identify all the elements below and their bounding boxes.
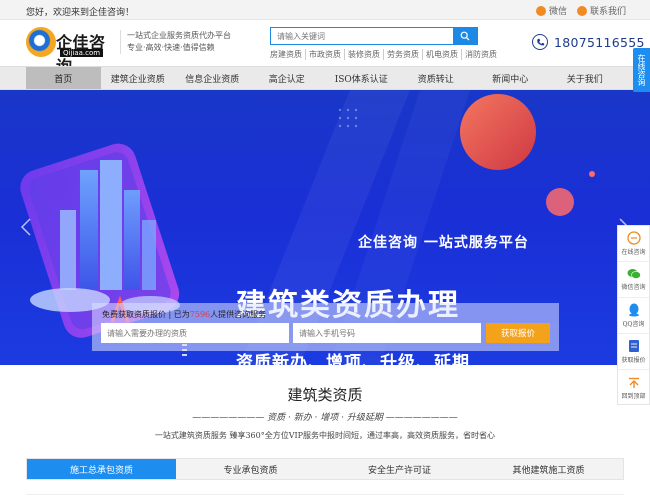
nav-item-iso[interactable]: ISO体系认证 (324, 67, 399, 89)
banner-prev-arrow-icon[interactable] (20, 218, 32, 236)
nav-item-construction[interactable]: 建筑企业资质 (101, 67, 176, 89)
hotword-link[interactable]: 机电资质 (423, 49, 462, 60)
contact-icon (576, 5, 587, 16)
qq-icon (628, 303, 639, 317)
logo-mark-icon (26, 27, 56, 57)
divider (26, 494, 624, 495)
hotword-link[interactable]: 劳务资质 (384, 49, 423, 60)
tab-other-construction[interactable]: 其他建筑施工资质 (474, 459, 623, 479)
search-button[interactable] (453, 28, 477, 44)
side-online-consult[interactable]: 在线咨询 (618, 226, 649, 262)
hotword-link[interactable]: 装修资质 (345, 49, 384, 60)
wechat-icon (535, 5, 546, 16)
online-consult-tab[interactable]: 在线咨询 (633, 48, 650, 92)
nav-item-news[interactable]: 新闻中心 (473, 67, 548, 89)
phone-contact[interactable]: 18075116555 (532, 34, 645, 50)
side-toolbar: 在线咨询 微信咨询 QQ咨询 获取报价 回到顶部 (617, 225, 650, 405)
side-back-to-top[interactable]: 回到顶部 (618, 370, 649, 406)
side-get-quote[interactable]: 获取报价 (618, 334, 649, 370)
nav-item-high-tech[interactable]: 高企认定 (250, 67, 325, 89)
section-title: 建筑类资质 (287, 386, 363, 404)
logo[interactable]: 企佳咨询 Qijiaa.com (26, 27, 116, 76)
section-description: 一站式建筑资质服务 臻享360°全方位VIP服务中报时间短，通过率高，高效资质服… (154, 431, 496, 440)
served-count: 7596 (189, 310, 211, 319)
side-wechat-consult[interactable]: 微信咨询 (618, 262, 649, 298)
qualification-input[interactable] (101, 323, 289, 343)
hot-keywords: 房建资质 市政资质 装修资质 劳务资质 机电资质 消防资质 (270, 49, 500, 60)
slogan: 一站式企业服务资质代办平台 专业·高效·快速·值得信赖 (120, 30, 231, 54)
slogan-line-1: 一站式企业服务资质代办平台 (127, 31, 231, 40)
welcome-text: 您好，欢迎来到企佳咨询！ (26, 8, 135, 18)
phone-number: 18075116555 (554, 34, 645, 50)
quote-message: 免费获取资质报价 | 已为7596人提供咨询服务 (102, 310, 267, 319)
slogan-line-2: 专业·高效·快速·值得信赖 (127, 43, 215, 52)
side-qq-consult[interactable]: QQ咨询 (618, 298, 649, 334)
headset-icon (626, 231, 641, 245)
quote-form: 免费获取资质报价 | 已为7596人提供咨询服务 获取报价 (92, 303, 559, 351)
get-quote-button[interactable]: 获取报价 (486, 323, 550, 343)
top-bar: 您好，欢迎来到企佳咨询！ 微信 联系我们 (0, 0, 650, 20)
tab-general-contracting[interactable]: 施工总承包资质 (27, 459, 176, 479)
phone-icon (532, 34, 548, 50)
top-links: 微信 联系我们 (535, 4, 626, 17)
phone-input[interactable] (293, 323, 481, 343)
document-icon (628, 340, 639, 352)
wechat-link[interactable]: 微信 (535, 4, 567, 17)
header: 企佳咨询 Qijiaa.com 一站式企业服务资质代办平台 专业·高效·快速·值… (0, 20, 650, 76)
tab-professional-contracting[interactable]: 专业承包资质 (176, 459, 325, 479)
hotword-link[interactable]: 房建资质 (270, 49, 306, 60)
arrow-up-icon (628, 377, 639, 388)
search-icon (460, 31, 470, 41)
nav-item-about[interactable]: 关于我们 (548, 67, 623, 89)
qualification-tabs: 施工总承包资质 专业承包资质 安全生产许可证 其他建筑施工资质 (26, 458, 624, 480)
nav-item-home[interactable]: 首页 (26, 67, 101, 89)
search-input[interactable] (271, 28, 453, 44)
wechat-icon (627, 269, 641, 279)
contact-link[interactable]: 联系我们 (576, 4, 626, 17)
nav-item-transfer[interactable]: 资质转让 (399, 67, 474, 89)
logo-domain: Qijiaa.com (60, 49, 104, 57)
search-box (270, 27, 478, 45)
banner-tagline: 企佳咨询 一站式服务平台 (358, 235, 529, 251)
section-subtitle: ———————— 资质 · 新办 · 增项 · 升级延期 ———————— (192, 413, 458, 423)
main-nav: 首页 建筑企业资质 信息企业资质 高企认定 ISO体系认证 资质转让 新闻中心 … (0, 66, 650, 90)
tab-safety-license[interactable]: 安全生产许可证 (325, 459, 474, 479)
hotword-link[interactable]: 市政资质 (306, 49, 345, 60)
hotword-link[interactable]: 消防资质 (462, 49, 500, 60)
nav-item-information[interactable]: 信息企业资质 (175, 67, 250, 89)
